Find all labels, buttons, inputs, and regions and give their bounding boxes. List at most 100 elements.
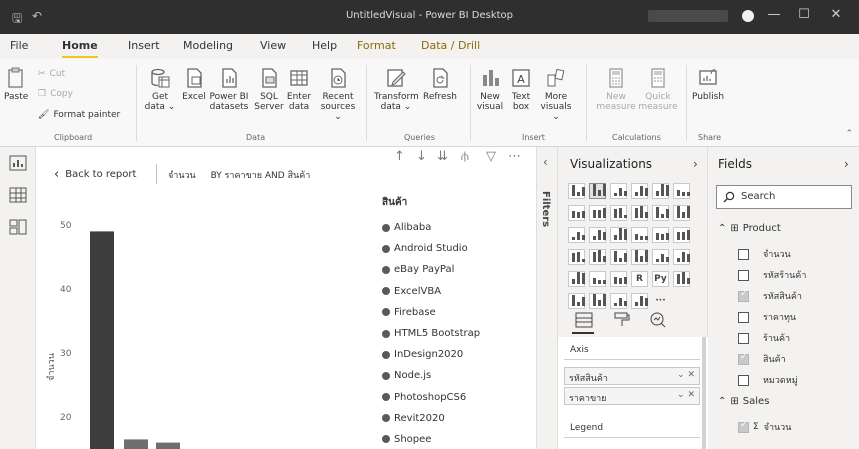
- field-item[interactable]: หมวดหมู่: [738, 373, 798, 387]
- next-level-icon[interactable]: ⇊: [437, 149, 448, 164]
- format-painter-button[interactable]: 🖌 Format painter: [38, 110, 120, 120]
- gauge-icon[interactable]: [631, 249, 648, 265]
- restore-icon[interactable]: ☐: [794, 7, 814, 22]
- chart-bar[interactable]: [124, 439, 148, 449]
- scrollbar[interactable]: [702, 337, 706, 449]
- excel-button[interactable]: Excel: [180, 67, 208, 102]
- close-icon[interactable]: ✕: [826, 7, 846, 22]
- chevron-right-icon[interactable]: ›: [844, 157, 849, 171]
- stacked-column-icon[interactable]: [589, 183, 606, 199]
- bar-chart[interactable]: จำนวน 20 30 40 50: [36, 187, 376, 449]
- chart-bar[interactable]: [156, 442, 180, 449]
- data-view-icon[interactable]: [9, 187, 27, 203]
- card-icon[interactable]: [652, 249, 669, 265]
- field-item[interactable]: Σ จำนวน: [738, 420, 791, 434]
- tab-file[interactable]: File: [10, 39, 28, 52]
- legend-item[interactable]: ExcelVBA: [382, 281, 480, 302]
- filter-icon[interactable]: ▽: [486, 149, 496, 164]
- field-checkbox[interactable]: [738, 352, 749, 365]
- field-checkbox[interactable]: [738, 332, 749, 344]
- sql-server-button[interactable]: SQL Server: [254, 67, 284, 112]
- new-visual-button[interactable]: New visual: [474, 67, 506, 112]
- tab-view[interactable]: View: [260, 39, 286, 52]
- get-data-button[interactable]: Get data ⌄: [144, 67, 176, 112]
- ribbon-chart-icon[interactable]: [673, 205, 690, 221]
- multirow-card-icon[interactable]: [673, 249, 690, 265]
- axis-field-chip[interactable]: ราคาขาย ⌄ ✕: [564, 387, 700, 405]
- copy-button[interactable]: ❐ Copy: [38, 89, 73, 99]
- chip-controls-icon[interactable]: ⌄ ✕: [677, 370, 695, 380]
- field-item[interactable]: ราคาทุน: [738, 310, 796, 324]
- r-visual-icon[interactable]: R: [631, 271, 648, 287]
- drill-up-icon[interactable]: ↑: [394, 149, 405, 164]
- axis-field-chip[interactable]: รหัสสินค้า ⌄ ✕: [564, 367, 700, 385]
- quick-measure-button[interactable]: Quick measure: [638, 67, 678, 112]
- field-checkbox[interactable]: [738, 420, 749, 433]
- powerbi-datasets-button[interactable]: Power BI datasets: [208, 67, 250, 112]
- scatter-icon[interactable]: [610, 227, 627, 243]
- 100-column-icon[interactable]: [673, 183, 690, 199]
- legend-item[interactable]: Firebase: [382, 302, 480, 323]
- paste-button[interactable]: Paste: [4, 67, 28, 102]
- expand-hierarchy-icon[interactable]: ⫛: [461, 149, 469, 164]
- pie-icon[interactable]: [631, 227, 648, 243]
- donut-icon[interactable]: [652, 227, 669, 243]
- tab-help[interactable]: Help: [312, 39, 337, 52]
- line-stacked-column-icon[interactable]: [652, 205, 669, 221]
- field-checkbox[interactable]: [738, 289, 749, 302]
- new-measure-button[interactable]: New measure: [596, 67, 636, 112]
- text-box-button[interactable]: A Text box: [510, 67, 532, 112]
- legend-item[interactable]: Alibaba: [382, 217, 480, 238]
- treemap-icon[interactable]: [673, 227, 690, 243]
- legend-item[interactable]: eBay PayPal: [382, 259, 480, 280]
- tab-insert[interactable]: Insert: [128, 39, 160, 52]
- search-input[interactable]: Search: [716, 185, 852, 209]
- legend-item[interactable]: PhotoshopCS6: [382, 387, 480, 408]
- field-table-product[interactable]: ⌃ ⊞ Product: [718, 223, 781, 234]
- chevron-left-icon[interactable]: ‹: [543, 155, 548, 169]
- field-item[interactable]: จำนวน: [738, 247, 791, 261]
- waterfall-icon[interactable]: [568, 227, 585, 243]
- map-icon[interactable]: [568, 249, 585, 265]
- account-name[interactable]: [648, 10, 728, 22]
- field-item[interactable]: รหัสร้านค้า: [738, 268, 806, 282]
- legend-item[interactable]: Node.js: [382, 365, 480, 386]
- field-item[interactable]: รหัสสินค้า: [738, 289, 802, 303]
- enter-data-button[interactable]: Enter data: [286, 67, 312, 112]
- cut-button[interactable]: ✂ Cut: [38, 69, 65, 79]
- chart-bar[interactable]: [90, 231, 114, 449]
- more-options-icon[interactable]: ⋯: [508, 149, 521, 164]
- refresh-button[interactable]: Refresh: [422, 67, 458, 102]
- field-table-sales[interactable]: ⌃ ⊞ Sales: [718, 396, 769, 407]
- format-paint-roller-icon[interactable]: [612, 311, 632, 329]
- field-checkbox[interactable]: [738, 269, 749, 281]
- clustered-bar-icon[interactable]: [610, 183, 627, 199]
- stacked-bar-icon[interactable]: [568, 183, 585, 199]
- tab-format[interactable]: Format: [357, 39, 396, 52]
- drill-down-icon[interactable]: ↓: [416, 149, 427, 164]
- fields-tab-icon[interactable]: [574, 311, 594, 329]
- kpi-icon[interactable]: [568, 271, 585, 287]
- area-chart-icon[interactable]: [589, 205, 606, 221]
- clustered-column-icon[interactable]: [631, 183, 648, 199]
- legend-item[interactable]: HTML5 Bootstrap: [382, 323, 480, 344]
- tab-home[interactable]: Home: [62, 39, 98, 58]
- stacked-area-icon[interactable]: [610, 205, 627, 221]
- 100-bar-icon[interactable]: [652, 183, 669, 199]
- transform-data-button[interactable]: Transform data ⌄: [374, 67, 419, 112]
- more-visuals-button[interactable]: More visuals ⌄: [536, 67, 576, 122]
- filters-pane-collapsed[interactable]: ‹ Filters: [536, 147, 558, 449]
- filled-map-icon[interactable]: [589, 249, 606, 265]
- field-checkbox[interactable]: [738, 311, 749, 323]
- chevron-up-icon[interactable]: ⌃: [718, 396, 726, 407]
- tab-modeling[interactable]: Modeling: [183, 39, 233, 52]
- legend-item[interactable]: Android Studio: [382, 238, 480, 259]
- line-column-icon[interactable]: [631, 205, 648, 221]
- report-view-icon[interactable]: [9, 155, 27, 171]
- key-influencers-icon[interactable]: [673, 271, 690, 287]
- chevron-right-icon[interactable]: ›: [693, 157, 698, 171]
- field-item[interactable]: ร้านค้า: [738, 331, 790, 345]
- python-visual-icon[interactable]: Py: [652, 271, 669, 287]
- analytics-magnifier-icon[interactable]: [648, 311, 668, 329]
- model-view-icon[interactable]: [9, 219, 27, 235]
